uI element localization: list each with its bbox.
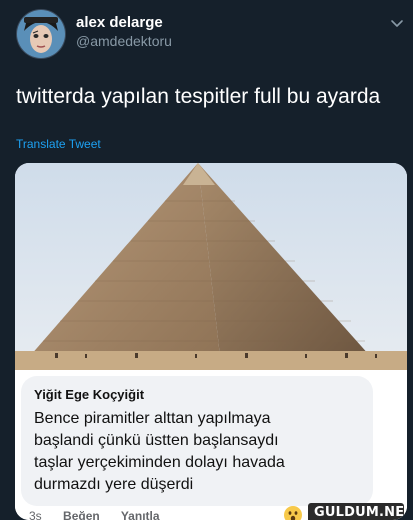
reply-button[interactable]: Yanıtla [121, 509, 160, 520]
author-name[interactable]: alex delarge [76, 14, 163, 31]
like-button[interactable]: Beğen [63, 509, 100, 520]
wow-reaction-icon [284, 506, 302, 520]
facebook-comment: Yiğit Ege Koçyiğit Bence piramitler altt… [15, 370, 407, 520]
comment-body: Bence piramitler alttan yapılmaya başlan… [34, 408, 369, 496]
comment-bubble: Yiğit Ege Koçyiğit Bence piramitler altt… [21, 376, 373, 506]
comment-line: başlandi çünkü üstten başlansaydı [34, 432, 279, 449]
avatar-image [16, 9, 66, 59]
watermark: GULDUM.NET [308, 503, 407, 520]
comment-line: durmazdı yere düşerdi [34, 476, 194, 493]
tweet-text: twitterda yapılan tespitler full bu ayar… [16, 85, 381, 108]
translate-tweet-link[interactable]: Translate Tweet [16, 137, 101, 151]
comment-line: Bence piramitler alttan yapılmaya [34, 410, 271, 427]
tweet-media[interactable]: Yiğit Ege Koçyiğit Bence piramitler altt… [15, 163, 407, 520]
comment-line: taşlar yerçekiminden dolayı havada [34, 454, 285, 471]
author-handle[interactable]: @amdedektoru [76, 33, 172, 49]
comment-actions: 3s Beğen Yanıtla [29, 509, 178, 520]
avatar[interactable] [16, 9, 66, 59]
pyramid-photo [15, 163, 407, 370]
top-strip [0, 0, 413, 6]
comment-time: 3s [29, 509, 42, 520]
chevron-down-icon[interactable] [389, 16, 405, 32]
commenter-name[interactable]: Yiğit Ege Koçyiğit [34, 387, 144, 402]
